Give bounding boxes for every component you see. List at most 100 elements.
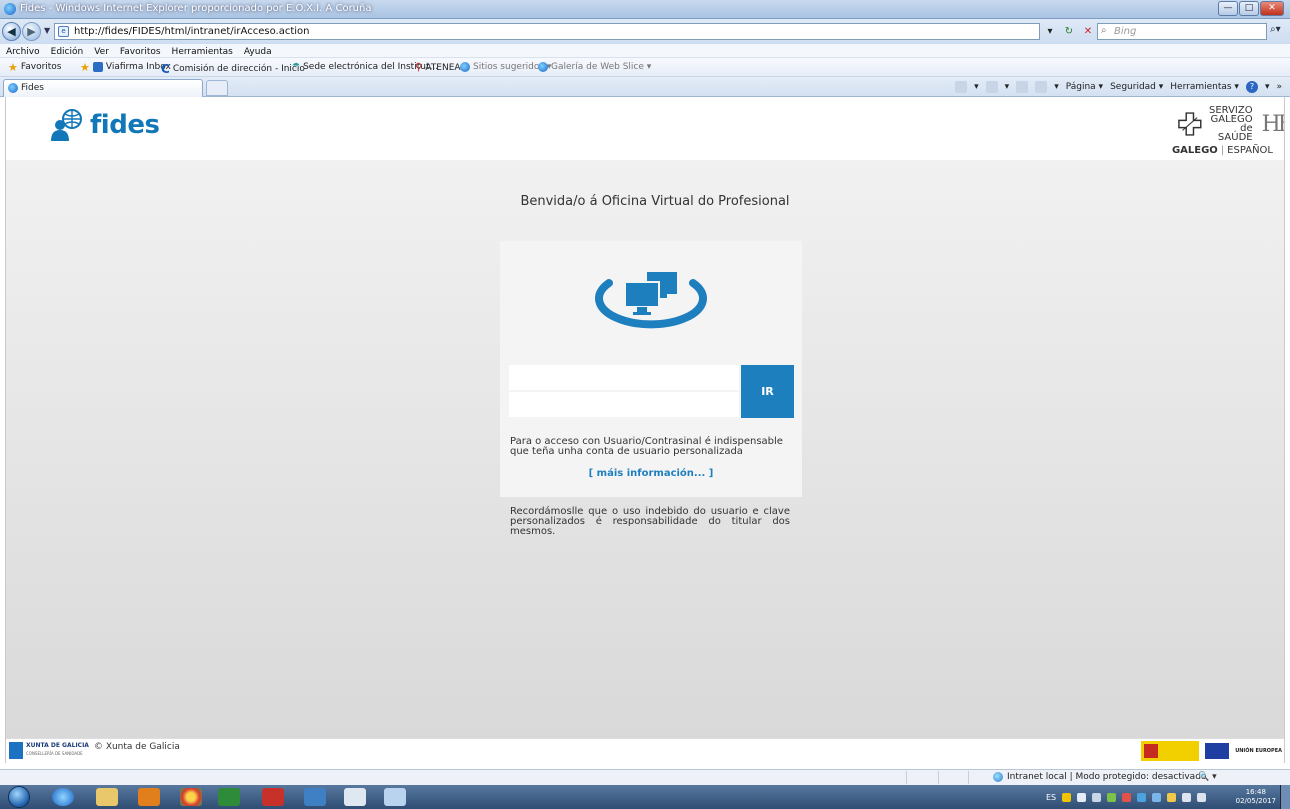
- home-icon[interactable]: [955, 81, 968, 93]
- computers-icon: [595, 272, 707, 329]
- start-button[interactable]: [8, 786, 30, 808]
- eu-logos: UNIÓN EUROPEA: [1141, 741, 1282, 761]
- tray-icon[interactable]: [1077, 792, 1087, 802]
- security-menu[interactable]: Seguridad ▾: [1110, 82, 1163, 92]
- security-zone[interactable]: Intranet local | Modo protegido: desacti…: [993, 772, 1206, 782]
- lang-espanol[interactable]: ESPAÑOL: [1227, 145, 1273, 156]
- fides-logo[interactable]: fides: [50, 108, 160, 142]
- app-taskbar-icon[interactable]: [304, 788, 326, 806]
- navigation-bar: ◀ ▶ ▼ e http://fides/FIDES/html/intranet…: [0, 19, 1290, 44]
- menu-edicion[interactable]: Edición: [45, 46, 89, 57]
- address-bar[interactable]: e http://fides/FIDES/html/intranet/irAcc…: [54, 23, 1040, 40]
- search-go-icon[interactable]: ⌕▾: [1270, 24, 1281, 35]
- menu-favoritos[interactable]: Favoritos: [114, 46, 166, 57]
- fav-viafirma[interactable]: ★ Viafirma Inbox: [80, 62, 171, 73]
- help-icon[interactable]: ?: [1245, 81, 1258, 93]
- spreadsheet-taskbar-icon[interactable]: [218, 788, 240, 806]
- outlook-taskbar-icon[interactable]: [138, 788, 160, 806]
- fav-atenea[interactable]: ⚲ ATENEA: [415, 62, 461, 73]
- more-info-link[interactable]: [ máis información... ]: [500, 468, 802, 479]
- show-desktop-button[interactable]: [1280, 785, 1290, 809]
- maximize-button[interactable]: □: [1239, 1, 1259, 16]
- tray-icon[interactable]: [1092, 792, 1102, 802]
- tray-icon[interactable]: [1107, 792, 1117, 802]
- login-note: Para o acceso con Usuario/Contrasinal é …: [510, 436, 783, 457]
- clock[interactable]: 16:48 02/05/2017: [1236, 788, 1276, 806]
- paint-taskbar-icon[interactable]: [384, 788, 406, 806]
- feeds-dropdown-icon[interactable]: ▾: [1005, 82, 1010, 92]
- tray-icon[interactable]: [1122, 792, 1132, 802]
- print-dropdown-icon[interactable]: ▾: [1054, 82, 1059, 92]
- eu-text: UNIÓN EUROPEA: [1235, 748, 1282, 754]
- xunta-name: XUNTA DE GALICIA: [26, 742, 89, 749]
- sergas-logo: SERVIZO GALEGO de SAÚDE HB: [1178, 106, 1284, 143]
- forward-button[interactable]: ▶: [22, 22, 41, 41]
- back-button[interactable]: ◀: [2, 22, 21, 41]
- intranet-globe-icon: [993, 772, 1003, 782]
- xunta-text: XUNTA DE GALICIA CONSELLERÍA DE SANIDADE: [26, 742, 89, 758]
- minimize-button[interactable]: —: [1218, 1, 1238, 16]
- new-tab-button[interactable]: [206, 80, 228, 96]
- fav-webslice[interactable]: Galería de Web Slice ▾: [538, 62, 651, 72]
- help-dropdown-icon[interactable]: ▾: [1265, 82, 1270, 92]
- password-field[interactable]: [509, 392, 739, 417]
- sergas-cross-icon: [1178, 112, 1202, 136]
- eu-flag-icon: [1205, 743, 1230, 759]
- ie-taskbar-icon[interactable]: [52, 788, 74, 806]
- refresh-icon[interactable]: ↻: [1061, 23, 1077, 40]
- sergas-text: SERVIZO GALEGO de SAÚDE: [1207, 106, 1253, 143]
- lang-separator: |: [1220, 145, 1225, 156]
- search-placeholder: Bing: [1114, 26, 1137, 37]
- tray-icon[interactable]: [1062, 792, 1072, 802]
- favorites-bar: ★ Favoritos ★ Viafirma Inbox C Comisión …: [0, 58, 1290, 77]
- mail-icon[interactable]: [1016, 81, 1029, 93]
- window-title: Fides - Windows Internet Explorer propor…: [20, 3, 372, 14]
- add-favorite-icon[interactable]: ★: [80, 62, 90, 73]
- explorer-taskbar-icon[interactable]: [96, 788, 118, 806]
- chrome-taskbar-icon[interactable]: [180, 788, 202, 806]
- more-icon[interactable]: »: [1276, 82, 1282, 92]
- command-bar: ▾ ▾ ▾ Página ▾ Seguridad ▾ Herramientas …: [955, 81, 1282, 93]
- ministry-logo-icon: [1141, 741, 1200, 761]
- status-divider: [938, 771, 939, 784]
- recent-pages-dropdown-icon[interactable]: ▼: [44, 26, 50, 35]
- tray-icon[interactable]: [1137, 792, 1147, 802]
- tray-icon[interactable]: [1152, 792, 1162, 802]
- address-url[interactable]: http://fides/FIDES/html/intranet/irAcces…: [74, 26, 309, 37]
- tools-menu[interactable]: Herramientas ▾: [1170, 82, 1239, 92]
- fav-label: ATENEA: [425, 62, 461, 73]
- menu-ver[interactable]: Ver: [88, 46, 114, 57]
- document-taskbar-icon[interactable]: [344, 788, 366, 806]
- usage-reminder: Recordámoslle que o uso indebido do usua…: [510, 506, 790, 537]
- menu-ayuda[interactable]: Ayuda: [238, 46, 277, 57]
- language-indicator[interactable]: ES: [1046, 793, 1056, 802]
- address-tools: ▾ ↻ ✕: [1042, 23, 1096, 40]
- feeds-icon[interactable]: [985, 81, 998, 93]
- ir-button[interactable]: IR: [741, 365, 794, 418]
- username-field[interactable]: [509, 365, 739, 390]
- fav-comision[interactable]: C Comisión de dirección - Inicio: [161, 62, 305, 76]
- internet-explorer-icon: [4, 3, 16, 15]
- language-switcher: GALEGO | ESPAÑOL: [1172, 145, 1273, 156]
- home-dropdown-icon[interactable]: ▾: [974, 82, 979, 92]
- page-menu[interactable]: Página ▾: [1066, 82, 1103, 92]
- status-divider: [968, 771, 969, 784]
- menu-herramientas[interactable]: Herramientas: [166, 46, 238, 57]
- c-logo-icon: C: [161, 62, 170, 76]
- pdf-taskbar-icon[interactable]: [262, 788, 284, 806]
- tray-icon[interactable]: [1167, 792, 1177, 802]
- close-button[interactable]: ✕: [1260, 1, 1284, 16]
- stop-icon[interactable]: ✕: [1080, 23, 1096, 40]
- favorites-button[interactable]: ★ Favoritos: [8, 60, 62, 74]
- lang-galego[interactable]: GALEGO: [1172, 145, 1218, 156]
- favorites-star-icon: ★: [8, 60, 18, 74]
- zoom-control[interactable]: 🔍 ▾: [1198, 772, 1217, 782]
- menu-archivo[interactable]: Archivo: [0, 46, 45, 57]
- network-icon[interactable]: [1182, 792, 1192, 802]
- tab-fides[interactable]: Fides: [3, 79, 203, 97]
- address-dropdown-icon[interactable]: ▾: [1042, 23, 1058, 40]
- volume-icon[interactable]: [1197, 792, 1207, 802]
- search-box[interactable]: ⌕ Bing: [1097, 23, 1267, 40]
- copyright-text: © Xunta de Galicia: [93, 742, 180, 752]
- print-icon[interactable]: [1035, 81, 1048, 93]
